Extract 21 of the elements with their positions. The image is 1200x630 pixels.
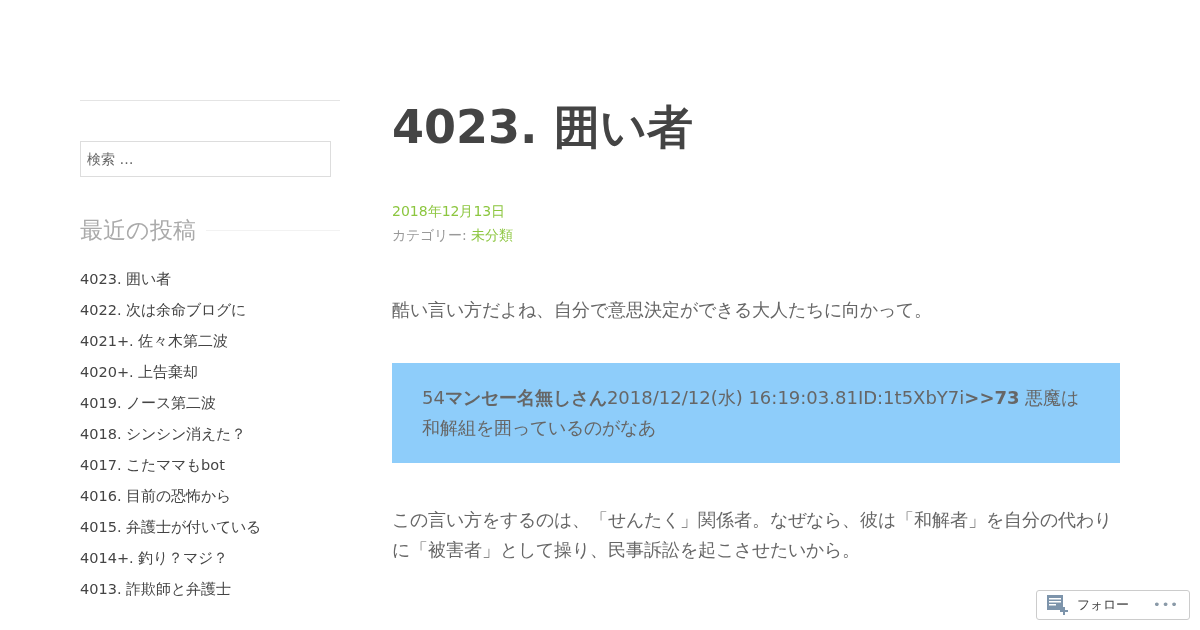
recent-post-link[interactable]: 4017. こたママもbot [80, 449, 340, 481]
body-paragraph: 酷い言い方だよね、自分で意思決定ができる大人たちに向かって。 [392, 298, 933, 323]
reader-icon [1047, 595, 1069, 615]
search-field[interactable]: 検索 … [80, 141, 331, 177]
recent-post-link[interactable]: 4020+. 上告棄却 [80, 356, 340, 388]
widget-title: 最近の投稿 [80, 216, 196, 245]
recent-post-link[interactable]: 4023. 囲い者 [80, 263, 340, 295]
recent-post-link[interactable]: 4013. 詐欺師と弁護士 [80, 573, 340, 605]
follow-button[interactable]: フォロー ••• [1036, 590, 1190, 620]
recent-post-link[interactable]: 4019. ノース第二波 [80, 387, 340, 419]
recent-post-link[interactable]: 4014+. 釣り？マジ？ [80, 542, 340, 574]
recent-post-link[interactable]: 4018. シンシン消えた？ [80, 418, 340, 450]
recent-post-link[interactable]: 4016. 目前の恐怖から [80, 480, 340, 512]
recent-post-link[interactable]: 4015. 弁護士が付いている [80, 511, 340, 543]
recent-post-link[interactable]: 4021+. 佐々木第二波 [80, 325, 340, 357]
body-paragraph: この言い方をするのは、「せんたく」関係者。なぜなら、彼は「和解者」を自分の代わりに「被害者」として操り、民事訴訟を起こさせたいから。 [392, 508, 1113, 563]
quote-text: 54マンセー名無しさん2018/12/12(水) 16:19:03.81ID:1t5XbY7i>>73 悪魔は和解組を囲っているのがなあ [422, 386, 1081, 441]
recent-post-link[interactable]: 4022. 次は余命ブログに [80, 294, 340, 326]
category-label: カテゴリー: [392, 227, 467, 244]
follow-label: フォロー [1077, 596, 1129, 615]
post-title: 4023. 囲い者 [392, 100, 694, 156]
